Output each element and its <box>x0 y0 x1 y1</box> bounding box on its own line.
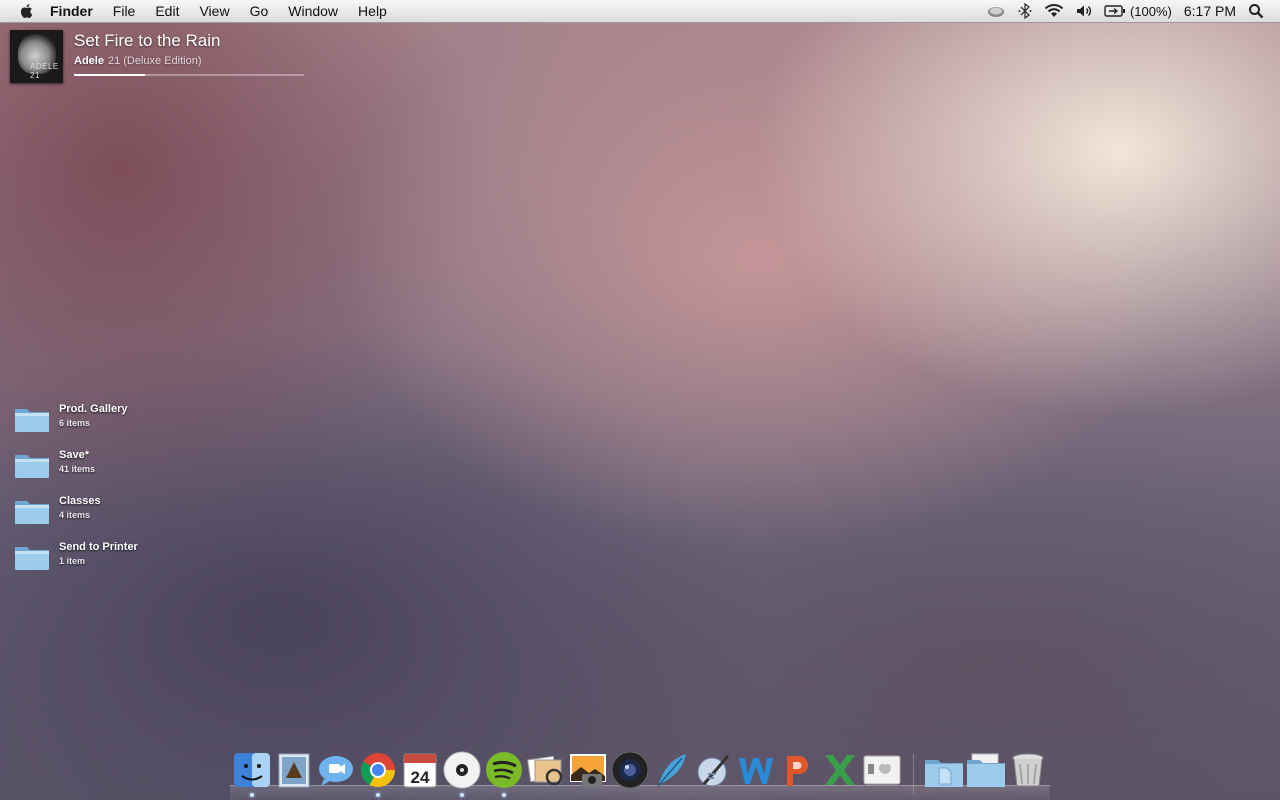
chrome-icon <box>361 753 395 787</box>
desktop-folder-prod-gallery[interactable]: Prod. Gallery 6 items <box>14 403 214 437</box>
dock-powerpoint[interactable] <box>778 750 818 790</box>
desktop-folder-send-to-printer[interactable]: Send to Printer 1 item <box>14 541 214 575</box>
bluetooth-icon[interactable] <box>1018 0 1032 22</box>
iphoto-icon <box>570 754 606 787</box>
running-indicator <box>250 793 254 797</box>
menu-window[interactable]: Window <box>278 0 348 22</box>
battery-icon[interactable]: (100%) <box>1104 0 1172 22</box>
apple-menu-icon[interactable] <box>18 2 36 20</box>
dock-aperture[interactable] <box>610 750 650 790</box>
spotlight-icon[interactable] <box>1248 0 1264 22</box>
documents-stack-icon <box>925 760 963 787</box>
menu-edit[interactable]: Edit <box>145 0 189 22</box>
dock-iphoto[interactable] <box>568 750 608 790</box>
desktop-folder-classes[interactable]: Classes 4 items <box>14 495 214 529</box>
dock-trash[interactable] <box>1008 750 1048 790</box>
track-album: 21 (Deluxe Edition) <box>107 55 202 67</box>
running-indicator <box>460 793 464 797</box>
dock-feather-app[interactable] <box>652 750 692 790</box>
album-art[interactable]: ADELE 21 <box>10 30 63 83</box>
dock-calendar[interactable]: 24 <box>400 750 440 790</box>
word-icon <box>739 758 773 784</box>
dock-script-editor[interactable] <box>694 750 734 790</box>
dock-word[interactable] <box>736 750 776 790</box>
track-title: Set Fire to the Rain <box>74 31 221 50</box>
cloud-icon[interactable] <box>986 0 1006 22</box>
aperture-icon <box>611 751 649 789</box>
dock-separator <box>913 754 914 794</box>
folder-item-count: 41 items <box>59 464 96 474</box>
album-art-label: ADELE 21 <box>30 62 59 80</box>
downloads-stack-icon <box>967 753 1005 787</box>
calendar-day: 24 <box>411 768 430 787</box>
dock-excel[interactable] <box>820 750 860 790</box>
desktop-folder-save[interactable]: Save* 41 items <box>14 449 214 483</box>
folder-item-count: 4 items <box>59 510 91 520</box>
folder-name: Prod. Gallery <box>59 403 128 415</box>
folder-icon <box>15 409 49 432</box>
trash-icon <box>1012 753 1044 787</box>
running-indicator <box>502 793 506 797</box>
folder-item-count: 1 item <box>59 556 86 566</box>
dock-chrome[interactable] <box>358 750 398 797</box>
feather-icon <box>657 754 686 787</box>
menu-view[interactable]: View <box>189 0 239 22</box>
dock: 24 <box>230 748 1050 800</box>
excel-icon <box>825 755 855 785</box>
folder-item-count: 6 items <box>59 418 91 428</box>
system-info-icon <box>863 755 901 785</box>
volume-icon[interactable] <box>1076 0 1092 22</box>
battery-percent: (100%) <box>1129 3 1172 19</box>
folder-name: Send to Printer <box>59 541 138 553</box>
track-progress-bar[interactable] <box>74 74 304 76</box>
track-meta: Adele 21 (Deluxe Edition) <box>74 55 202 67</box>
calendar-icon: 24 <box>403 753 437 788</box>
dock-disc-app[interactable] <box>442 750 482 797</box>
menu-bar: Finder File Edit View Go Window Help (10… <box>0 0 1280 23</box>
menu-file[interactable]: File <box>103 0 146 22</box>
running-indicator <box>376 793 380 797</box>
preview-icon <box>527 755 563 786</box>
dock-messages[interactable] <box>316 750 356 790</box>
folder-name: Classes <box>59 495 101 507</box>
folder-name: Save* <box>59 449 89 461</box>
folder-icon <box>15 455 49 478</box>
status-area: (100%) 6:17 PM <box>980 0 1270 22</box>
dock-preview[interactable] <box>526 750 566 790</box>
dock-finder[interactable] <box>232 750 272 797</box>
menu-app-finder[interactable]: Finder <box>44 0 103 22</box>
mail-icon <box>278 753 310 788</box>
menu-go[interactable]: Go <box>240 0 279 22</box>
dock-documents-stack[interactable] <box>924 750 964 790</box>
powerpoint-icon <box>787 756 808 786</box>
dock-mail[interactable] <box>274 750 314 790</box>
messages-icon <box>319 756 353 786</box>
dock-downloads-stack[interactable] <box>966 750 1006 790</box>
folder-icon <box>15 547 49 570</box>
finder-icon <box>234 753 270 787</box>
clock[interactable]: 6:17 PM <box>1184 0 1236 22</box>
script-editor-icon <box>697 755 730 787</box>
now-playing-widget: ADELE 21 Set Fire to the Rain Adele 21 (D… <box>10 30 310 86</box>
folder-icon <box>15 501 49 524</box>
dock-spotify[interactable] <box>484 750 524 797</box>
spotify-icon <box>486 752 522 788</box>
track-artist: Adele <box>74 55 104 67</box>
wifi-icon[interactable] <box>1044 0 1064 22</box>
track-progress-fill <box>74 74 146 76</box>
menu-help[interactable]: Help <box>348 0 397 22</box>
dock-system-info[interactable] <box>862 750 902 790</box>
disc-icon <box>443 751 481 789</box>
